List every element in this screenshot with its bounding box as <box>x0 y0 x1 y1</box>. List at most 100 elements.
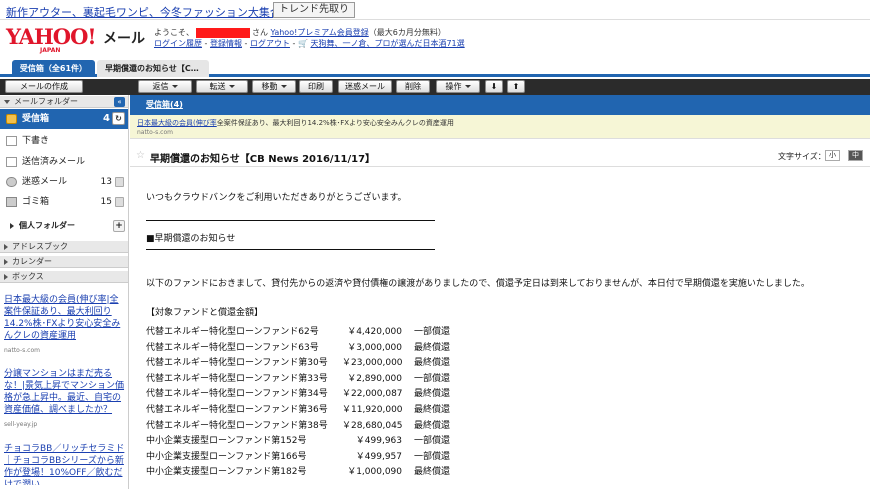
fund-amount: ￥499,963 <box>355 436 402 447</box>
section-title: ■早期償還のお知らせ <box>146 234 236 244</box>
logout-link[interactable]: ログアウト <box>250 39 290 48</box>
login-history-link[interactable]: ログイン履歴 <box>154 39 202 48</box>
fund-name: 代替エネルギー特化型ローンファンド第36号 <box>146 405 328 415</box>
fund-status: 一部償還 <box>414 373 451 384</box>
forward-label: 転送 <box>209 82 226 91</box>
fund-amount: ￥22,000,087 <box>342 389 403 400</box>
fund-status: 最終償還 <box>414 342 451 353</box>
move-label: 移動 <box>261 82 278 91</box>
print-button[interactable]: 印刷 <box>299 80 333 93</box>
logo-subtext: JAPAN <box>40 47 61 54</box>
folder-label: ゴミ箱 <box>22 197 50 207</box>
fund-amount: ￥1,000,090 <box>347 467 402 478</box>
trend-button[interactable]: トレンド先取り <box>273 2 355 18</box>
star-icon[interactable]: ☆ <box>136 150 145 161</box>
fund-amount: ￥499,957 <box>355 451 402 462</box>
fund-status: 最終償還 <box>414 405 451 415</box>
inbox-icon <box>6 114 17 124</box>
address-book-label: アドレスブック <box>12 242 68 251</box>
actions-button[interactable]: 操作 <box>436 80 480 93</box>
sent-icon <box>6 157 17 167</box>
mail-folders-heading[interactable]: メールフォルダー « <box>0 96 128 108</box>
fund-name: 代替エネルギー特化型ローンファンド第38号 <box>146 420 328 431</box>
logo-text: YAHOO! <box>6 24 97 49</box>
sidebar-ad-link[interactable]: チョコラBB／リッチセラミド｜チョコラBBシリーズから新作が登場！10%OFF／… <box>4 443 127 485</box>
fund-status: 一部償還 <box>414 327 451 337</box>
folder-title-link[interactable]: 受信箱(4) <box>146 99 183 110</box>
fund-status: 最終償還 <box>414 420 451 431</box>
triangle-down-icon <box>4 99 10 104</box>
premium-note: （最大6カ月分無料） <box>368 28 446 37</box>
box-heading[interactable]: ボックス <box>0 271 128 283</box>
fund-status: 最終償還 <box>414 467 451 478</box>
add-folder-icon[interactable]: + <box>113 220 125 232</box>
fund-status: 一部償還 <box>414 451 451 462</box>
tab-strip: 受信箱（全61件） 早期償還のお知らせ【C… <box>0 60 870 77</box>
fund-name: 中小企業支援型ローンファンド第152号 <box>146 436 307 447</box>
empty-trash-icon[interactable] <box>115 197 124 207</box>
mail-folders-label: メールフォルダー <box>14 97 78 106</box>
trash-icon <box>6 197 17 207</box>
empty-spam-icon[interactable] <box>115 177 124 187</box>
sidebar: メールフォルダー « 受信箱 4 ↻ 下書き 送信済みメール 迷惑メール 13 … <box>0 95 129 489</box>
prev-message-button[interactable]: ⬆ <box>507 80 525 93</box>
folder-drafts[interactable]: 下書き <box>0 131 128 151</box>
triangle-right-icon <box>4 243 8 250</box>
sidebar-ad-link[interactable]: 日本最大級の会員(伸び率|全案件保証あり、最大利回り14.2%株･FXより安心安… <box>4 294 127 342</box>
tab-inbox[interactable]: 受信箱（全61件） <box>12 60 95 77</box>
ad-banner[interactable]: 日本最大級の会員(伸び率全案件保証あり、最大利回り14.2%株･FXより安心安全… <box>130 115 870 139</box>
fund-amount: ￥2,890,000 <box>347 373 402 384</box>
folder-spam[interactable]: 迷惑メール 13 <box>0 172 128 192</box>
sidebar-ad-source: sell-yeay.jp <box>4 421 38 428</box>
fund-name: 代替エネルギー特化型ローンファンド62号 <box>146 327 319 337</box>
folder-trash[interactable]: ゴミ箱 15 <box>0 192 128 212</box>
chevron-down-icon <box>464 85 471 88</box>
triangle-right-icon <box>4 273 8 280</box>
fund-amount: ￥4,420,000 <box>347 327 402 337</box>
folder-label: 下書き <box>22 136 50 146</box>
chevron-down-icon <box>228 85 235 88</box>
box-label: ボックス <box>12 272 44 281</box>
next-message-button[interactable]: ⬇ <box>485 80 503 93</box>
fund-amount: ￥11,920,000 <box>342 405 403 415</box>
ad-banner-link[interactable]: 日本最大級の会員(伸び率 <box>137 119 217 127</box>
message-pane: 受信箱(4) 日本最大級の会員(伸び率全案件保証あり、最大利回り14.2%株･F… <box>130 95 870 489</box>
calendar-heading[interactable]: カレンダー <box>0 256 128 268</box>
notice-paragraph: 以下のファンドにおきまして、貸付先からの返済や貸付債権の譲渡がありましたので、償… <box>146 279 810 289</box>
spam-button[interactable]: 迷惑メール <box>338 80 392 93</box>
yahoo-logo[interactable]: YAHOO! JAPAN <box>6 24 101 54</box>
address-book-heading[interactable]: アドレスブック <box>0 241 128 253</box>
move-button[interactable]: 移動 <box>252 80 296 93</box>
font-size-small-button[interactable]: 小 <box>825 150 840 161</box>
service-name: メール <box>103 31 145 47</box>
fund-amount: ￥28,680,045 <box>342 420 403 431</box>
promo-bar: 新作アウター、裏起毛ワンピ、今冬ファッション大集合！ トレンド先取り <box>0 0 870 20</box>
ad-banner-body: 全案件保証あり、最大利回り14.2%株･FXより安心安全みんクレの資産運用 <box>216 119 454 127</box>
sake-promo-link[interactable]: 天狗舞、一ノ倉、プロが選んだ日本酒71選 <box>310 39 464 48</box>
sidebar-ad-link[interactable]: 分譲マンションはまだ売るな！|景気上昇でマンション価格が急上昇中。最近、自宅の資… <box>4 368 127 416</box>
personal-folder-label: 個人フォルダー <box>19 221 75 230</box>
compose-button[interactable]: メールの作成 <box>5 80 83 93</box>
trash-count: 15 <box>100 197 112 207</box>
account-info-link[interactable]: 登録情報 <box>210 39 242 48</box>
collapse-sidebar-button[interactable]: « <box>114 97 125 107</box>
premium-link[interactable]: Yahoo!プレミアム会員登録 <box>271 28 369 37</box>
fund-list-header: 【対象ファンドと償還金額】 <box>146 308 264 318</box>
sidebar-ad-source: natto-s.com <box>4 347 40 354</box>
actions-label: 操作 <box>445 82 462 91</box>
greeting: いつもクラウドバンクをご利用いただきありがとうございます。 <box>146 193 407 203</box>
folder-label: 迷惑メール <box>22 177 68 187</box>
promo-link[interactable]: 新作アウター、裏起毛ワンピ、今冬ファッション大集合！ <box>6 4 292 20</box>
delete-button[interactable]: 削除 <box>396 80 430 93</box>
reply-button[interactable]: 返信 <box>138 80 192 93</box>
folder-inbox[interactable]: 受信箱 4 ↻ <box>0 109 128 129</box>
font-size-medium-button[interactable]: 中 <box>848 150 863 161</box>
welcome-prefix: ようこそ、 <box>154 28 194 37</box>
folder-sent[interactable]: 送信済みメール <box>0 152 128 172</box>
refresh-icon[interactable]: ↻ <box>112 112 125 125</box>
tab-message[interactable]: 早期償還のお知らせ【C… <box>97 60 209 77</box>
personal-folder[interactable]: 個人フォルダー + <box>0 217 128 235</box>
fund-status: 最終償還 <box>414 358 451 369</box>
ad-banner-text: 日本最大級の会員(伸び率全案件保証あり、最大利回り14.2%株･FXより安心安全… <box>137 118 454 128</box>
forward-button[interactable]: 転送 <box>196 80 248 93</box>
